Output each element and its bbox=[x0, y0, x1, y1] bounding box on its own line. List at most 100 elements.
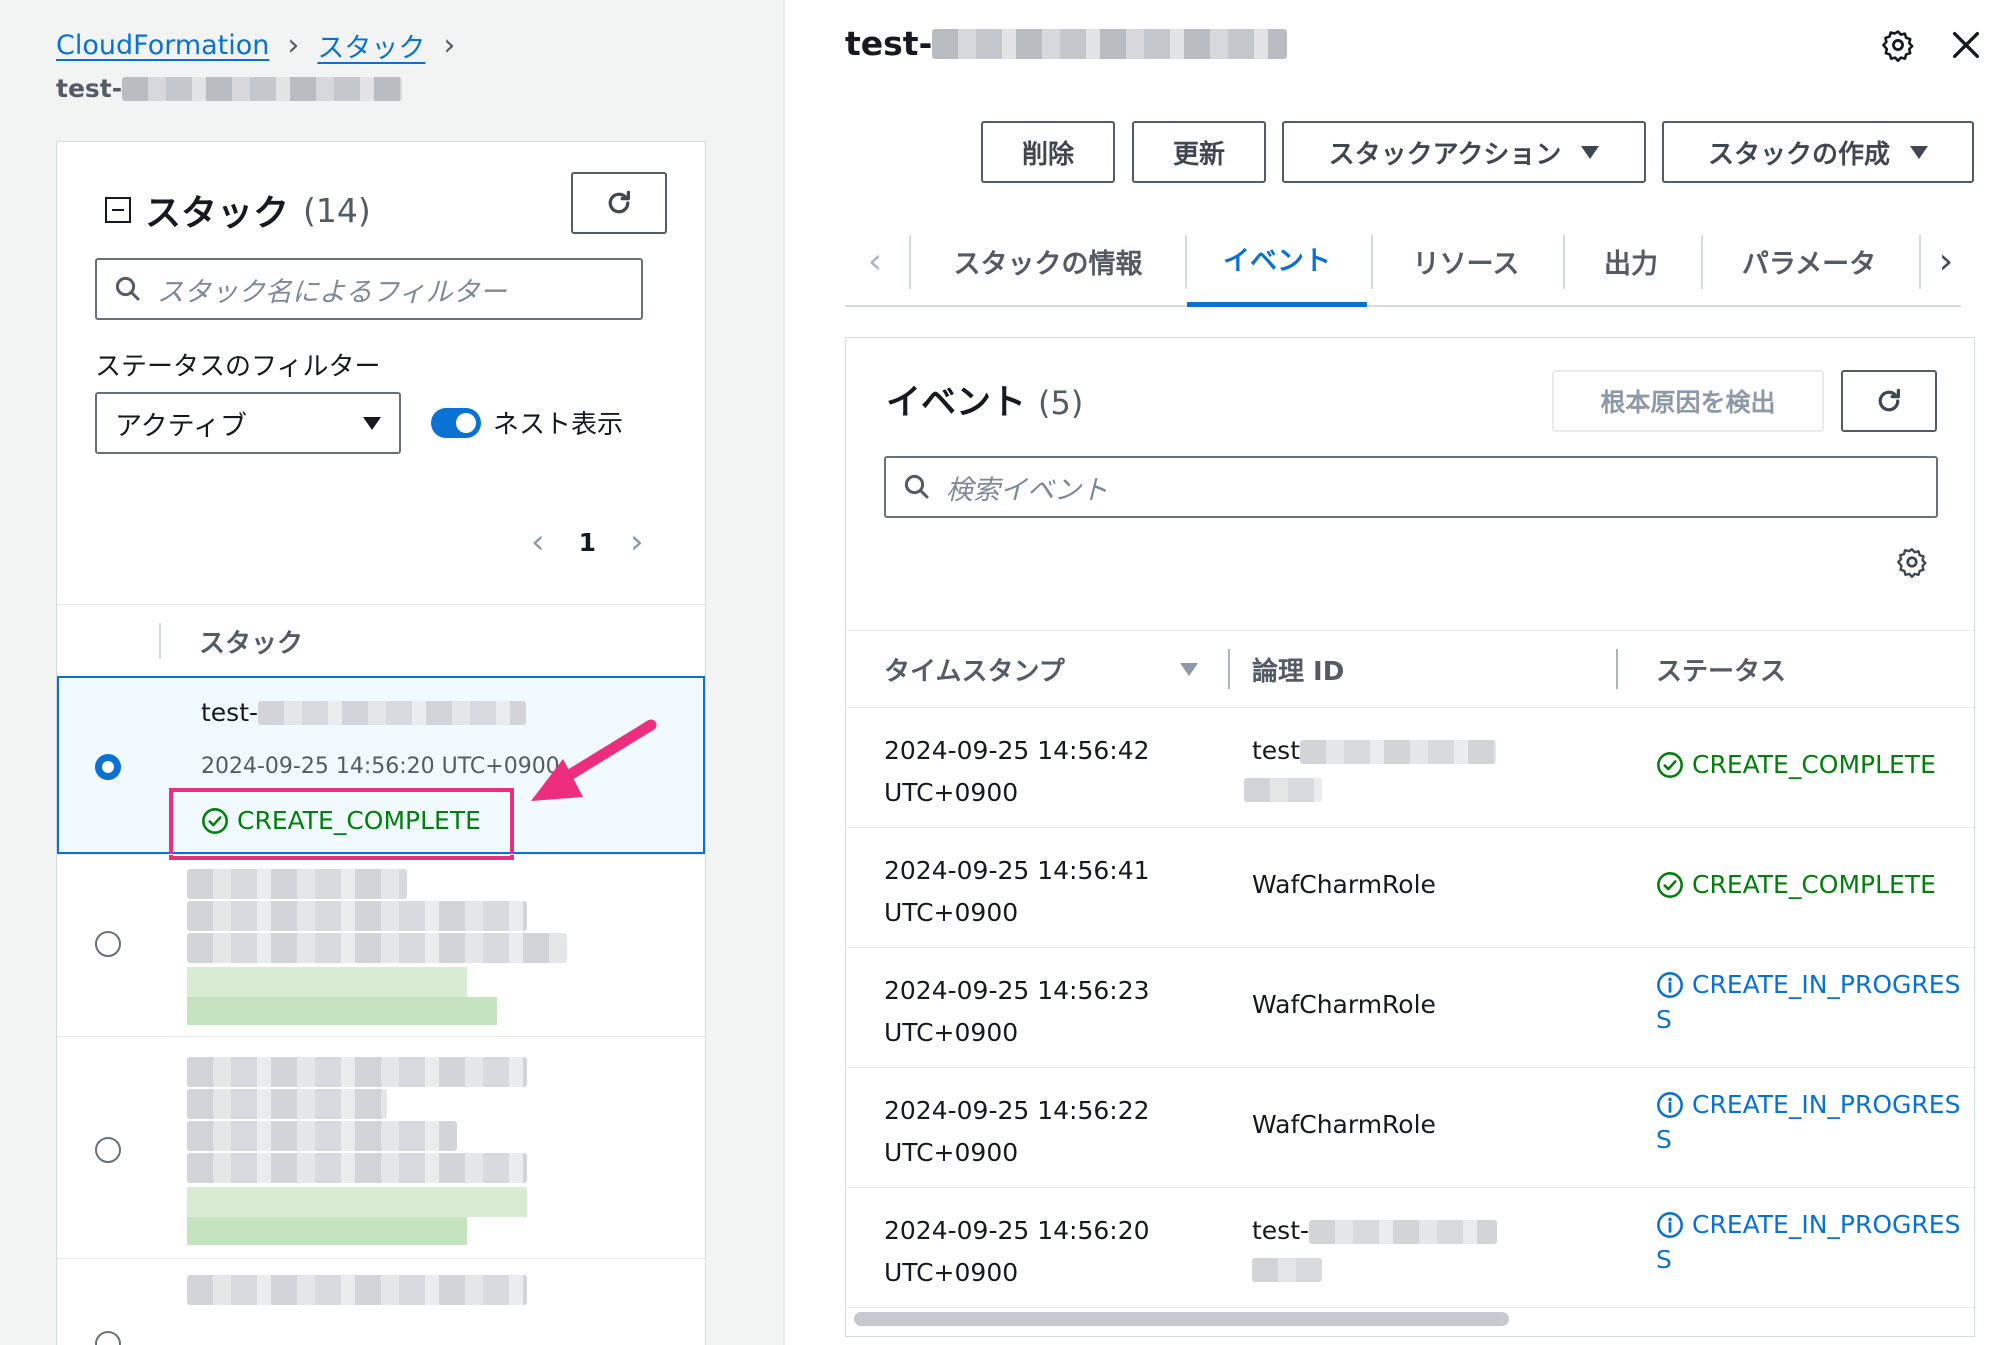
redacted-text bbox=[1244, 778, 1322, 802]
status-filter-label: ステータスのフィルター bbox=[95, 352, 381, 382]
event-status-text: CREATE_IN_PROGRES bbox=[1692, 970, 1961, 999]
search-icon bbox=[904, 474, 929, 499]
column-divider[interactable] bbox=[1616, 649, 1618, 689]
breadcrumb-stacks[interactable]: スタック bbox=[317, 26, 425, 65]
stacks-count: (14) bbox=[303, 190, 371, 230]
event-logical-id: test- bbox=[1252, 1212, 1498, 1288]
redacted-text bbox=[187, 1153, 527, 1183]
column-header-status[interactable]: ステータス bbox=[1656, 651, 1786, 688]
horizontal-scrollbar[interactable] bbox=[854, 1312, 1509, 1326]
redacted-text bbox=[187, 933, 567, 963]
event-status-text-wrap: S bbox=[1656, 1125, 1672, 1154]
column-divider bbox=[159, 623, 161, 659]
chevron-left-icon[interactable]: ‹ bbox=[531, 522, 545, 562]
collapse-icon[interactable] bbox=[105, 197, 131, 223]
stack-radio[interactable] bbox=[95, 1137, 121, 1163]
breadcrumb-cloudformation[interactable]: CloudFormation bbox=[56, 30, 269, 61]
stack-actions-label: スタックアクション bbox=[1328, 139, 1562, 170]
column-header-timestamp[interactable]: タイムスタンプ bbox=[884, 651, 1065, 688]
tabs-scroll-right-icon[interactable]: › bbox=[1921, 215, 1971, 307]
nested-view-toggle[interactable] bbox=[431, 408, 481, 438]
events-panel-title: イベント bbox=[886, 383, 1027, 423]
refresh-icon bbox=[1878, 388, 1900, 412]
info-icon bbox=[1657, 1211, 1683, 1238]
redacted-text bbox=[187, 869, 407, 899]
event-timezone: UTC+0900 bbox=[884, 898, 1019, 927]
close-icon[interactable] bbox=[1949, 28, 1983, 62]
event-search-placeholder: 検索イベント bbox=[946, 474, 1108, 506]
stack-row[interactable] bbox=[57, 854, 705, 1036]
stack-table-header: スタック bbox=[57, 604, 705, 676]
stacks-panel-header: スタック (14) bbox=[105, 184, 371, 236]
tab-events[interactable]: イベント bbox=[1187, 215, 1367, 307]
event-search-input[interactable]: 検索イベント bbox=[884, 456, 1938, 518]
event-status-line: CREATE_IN_PROGRES bbox=[1656, 1090, 1960, 1119]
redacted-status bbox=[187, 1217, 467, 1245]
column-divider[interactable] bbox=[1228, 649, 1230, 689]
stack-list-pane: CloudFormation › スタック › test- スタック (14) … bbox=[0, 0, 783, 1345]
redacted-status bbox=[187, 1187, 527, 1217]
event-status: CREATE_IN_PROGRES S bbox=[1656, 970, 1960, 1041]
event-date: 2024-09-25 14:56:20 bbox=[884, 1216, 1150, 1245]
chevron-right-icon[interactable]: › bbox=[630, 522, 644, 562]
page-number[interactable]: 1 bbox=[579, 528, 596, 557]
update-button[interactable]: 更新 bbox=[1132, 121, 1266, 183]
refresh-icon bbox=[608, 190, 630, 214]
event-logical-id-text: test- bbox=[1252, 1216, 1310, 1245]
event-status-text: CREATE_IN_PROGRES bbox=[1692, 1090, 1961, 1119]
stack-search-input[interactable]: スタック名によるフィルター bbox=[95, 258, 643, 320]
stack-radio[interactable] bbox=[95, 931, 121, 957]
event-logical-id: WafCharmRole bbox=[1252, 870, 1436, 899]
sort-descending-icon[interactable] bbox=[1180, 663, 1198, 676]
stack-title-prefix: test- bbox=[845, 24, 933, 63]
refresh-stacks-button[interactable] bbox=[571, 172, 667, 234]
event-status-text: CREATE_COMPLETE bbox=[1692, 870, 1936, 899]
stack-created-time: 2024-09-25 14:56:20 UTC+0900 bbox=[201, 754, 560, 779]
event-status-text-wrap: S bbox=[1656, 1245, 1672, 1274]
redacted-status bbox=[187, 967, 467, 997]
column-header-stack[interactable]: スタック bbox=[199, 623, 303, 660]
stack-name[interactable]: test- bbox=[201, 698, 527, 727]
stacks-panel-title: スタック bbox=[145, 193, 290, 234]
breadcrumb: CloudFormation › スタック › bbox=[56, 26, 455, 65]
event-row: 2024-09-25 14:56:42 UTC+0900 test CREATE… bbox=[846, 708, 1974, 828]
caret-down-icon bbox=[1581, 145, 1600, 159]
detect-root-cause-button[interactable]: 根本原因を検出 bbox=[1552, 370, 1824, 432]
status-filter-select[interactable]: アクティブ bbox=[95, 392, 401, 454]
event-status-text: CREATE_IN_PROGRES bbox=[1692, 1210, 1961, 1239]
redacted-text bbox=[932, 28, 1288, 59]
tab-stack-info[interactable]: スタックの情報 bbox=[913, 215, 1183, 307]
event-status-line: CREATE_IN_PROGRES bbox=[1656, 1210, 1960, 1239]
event-logical-id: test bbox=[1244, 732, 1497, 808]
event-timestamp: 2024-09-25 14:56:23 UTC+0900 bbox=[884, 970, 1150, 1054]
settings-gear-icon[interactable] bbox=[1881, 28, 1915, 62]
event-logical-id: WafCharmRole bbox=[1252, 1110, 1436, 1139]
status-filter-value: アクティブ bbox=[115, 410, 248, 442]
create-stack-label: スタックの作成 bbox=[1707, 139, 1890, 170]
event-timezone: UTC+0900 bbox=[884, 1018, 1019, 1047]
tab-resources[interactable]: リソース bbox=[1373, 215, 1559, 307]
tab-parameters[interactable]: パラメータ bbox=[1703, 215, 1915, 307]
stack-row[interactable] bbox=[57, 1258, 705, 1345]
refresh-events-button[interactable] bbox=[1841, 370, 1937, 432]
stack-radio-selected[interactable] bbox=[95, 754, 121, 780]
event-row: 2024-09-25 14:56:23 UTC+0900 WafCharmRol… bbox=[846, 948, 1974, 1068]
event-status: CREATE_COMPLETE bbox=[1656, 870, 1936, 899]
tabs-scroll-left-icon[interactable]: ‹ bbox=[845, 215, 905, 307]
delete-button[interactable]: 削除 bbox=[981, 121, 1115, 183]
stack-radio[interactable] bbox=[95, 1331, 121, 1345]
column-header-logical-id[interactable]: 論理 ID bbox=[1252, 651, 1344, 688]
breadcrumb-current-prefix: test- bbox=[56, 74, 123, 103]
event-status-text-wrap: S bbox=[1656, 1005, 1672, 1034]
event-logical-id: WafCharmRole bbox=[1252, 990, 1436, 1019]
redacted-text bbox=[122, 76, 403, 101]
redacted-text bbox=[187, 1057, 527, 1087]
stack-actions-dropdown[interactable]: スタックアクション bbox=[1282, 121, 1646, 183]
stack-row[interactable] bbox=[57, 1036, 705, 1258]
event-status: CREATE_IN_PROGRES S bbox=[1656, 1090, 1960, 1161]
table-settings-gear-icon[interactable] bbox=[1896, 546, 1928, 578]
tab-outputs[interactable]: 出力 bbox=[1565, 215, 1697, 307]
create-stack-dropdown[interactable]: スタックの作成 bbox=[1662, 121, 1974, 183]
tab-divider bbox=[909, 235, 911, 289]
event-timezone: UTC+0900 bbox=[884, 778, 1019, 807]
